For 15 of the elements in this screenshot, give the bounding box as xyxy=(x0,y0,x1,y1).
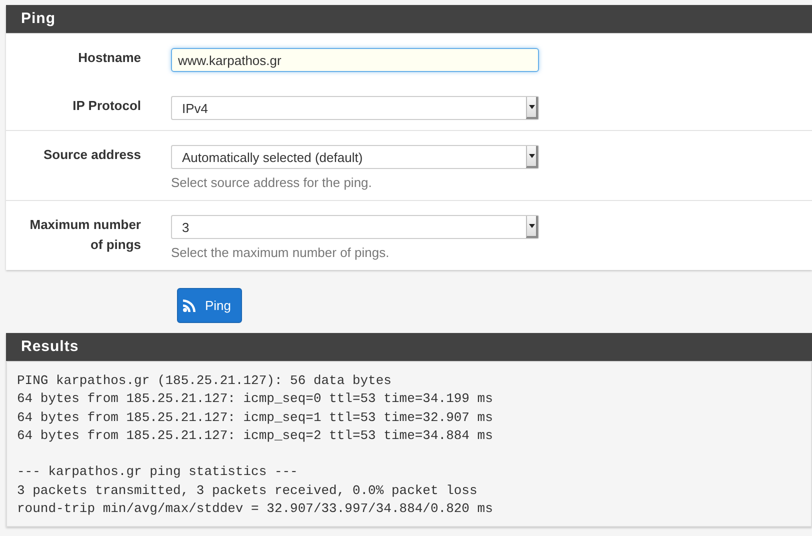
ping-output: PING karpathos.gr (185.25.21.127): 56 data bytes 64 bytes from 185.25.21.127: icmp_seq=0 ttl=53 time=34.199 ms 64 bytes from 185.25.21.127: icmp_seq=1 ttl=53 time=32.907 ms 64 bytes from 185.25.21.127: icmp_seq=2 ttl=53 time=34.884 ms --- karpathos.gr ping statistics --- 3 packets transmitted, 3 packets received, 0.0% packet loss round-trip min/avg/max/stddev = 32.907/33.997/34.884/0.820 ms xyxy=(6,361,812,528)
dropdown-select[interactable]: IPv4 xyxy=(171,96,539,120)
field-label: Source address xyxy=(43,146,141,164)
field-label: IP Protocol xyxy=(72,97,141,115)
rss-icon xyxy=(183,299,196,312)
dropdown-select[interactable]: Automatically selected (default) xyxy=(171,145,539,169)
panel-heading: Results xyxy=(6,333,812,361)
hostname-field[interactable]: www.karpathos.gr xyxy=(171,48,539,72)
help-text: Select the maximum number of pings. xyxy=(171,245,390,260)
help-text: Select source address for the ping. xyxy=(171,175,373,190)
panel-heading: Ping xyxy=(6,5,812,33)
field-label: Hostname xyxy=(78,49,141,67)
dropdown-select[interactable]: 3 xyxy=(171,215,539,239)
field-label: Maximum number of pings xyxy=(28,216,141,254)
ping-button[interactable]: Ping xyxy=(177,288,242,323)
